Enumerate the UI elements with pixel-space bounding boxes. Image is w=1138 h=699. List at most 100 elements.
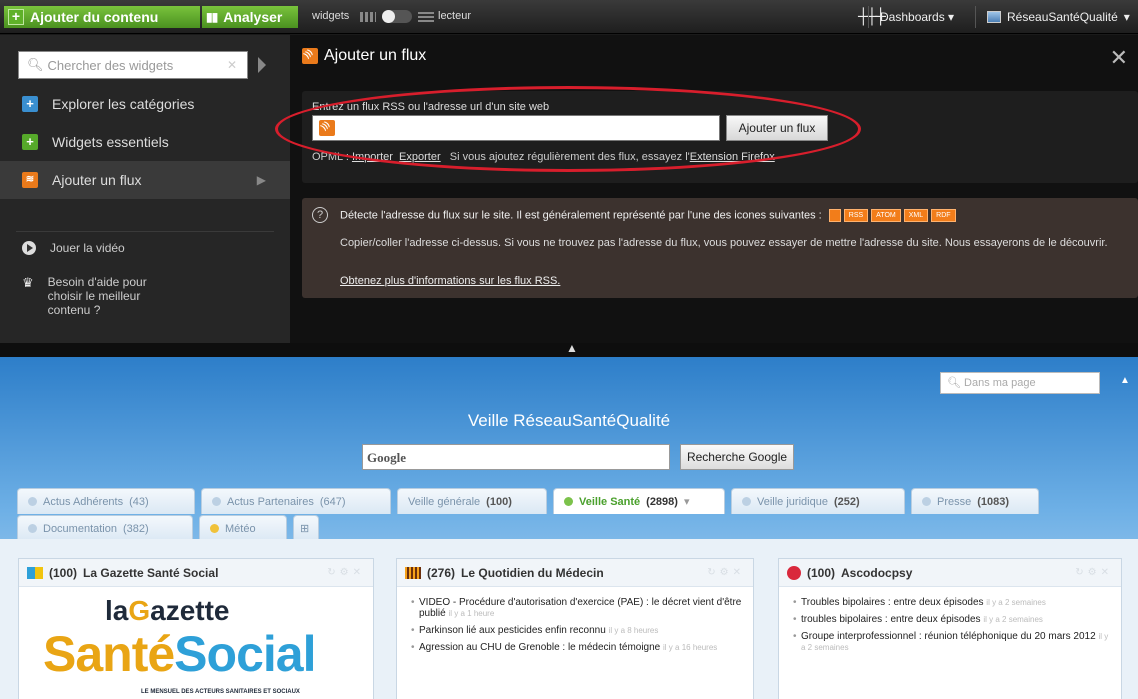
dashboards-menu[interactable]: Dashboards ▾ <box>880 10 954 24</box>
widget-count: (100) <box>49 565 78 580</box>
tab-icon <box>922 497 931 506</box>
item-title: Troubles bipolaires : entre deux épisode… <box>801 597 984 608</box>
list-item[interactable]: Troubles bipolaires : entre deux épisode… <box>793 597 1111 608</box>
rss-icon: ≋ <box>22 172 38 188</box>
red-highlight-ellipse <box>275 86 861 172</box>
collapse-header-icon[interactable]: ▲ <box>1120 375 1130 386</box>
tab-documentation[interactable]: Documentation (382) <box>17 515 193 541</box>
widget-search-input[interactable]: 🔍︎ Chercher des widgets ✕ <box>18 51 248 79</box>
user-name: RéseauSantéQualité <box>1007 10 1118 24</box>
item-time: il y a 16 heures <box>663 643 718 652</box>
google-search-input[interactable]: Google <box>362 444 670 470</box>
dashboard-area: 🔍︎ Dans ma page ▲ Veille RéseauSantéQual… <box>0 357 1138 699</box>
copy-instructions: Copier/coller l'adresse ci-dessus. Si vo… <box>340 237 1108 249</box>
tab-presse[interactable]: Presse (1083) <box>911 488 1039 514</box>
add-content-label: Ajouter du contenu <box>30 9 159 25</box>
collapse-bar[interactable]: ▲ <box>0 341 1138 357</box>
rss-icon <box>302 48 318 64</box>
tab-icon <box>564 497 573 506</box>
item-title: Parkinson lié aux pesticides enfin recon… <box>419 625 606 636</box>
tab-icon <box>742 497 751 506</box>
widget-header[interactable]: (276) Le Quotidien du Médecin <box>397 559 753 587</box>
view-toggle[interactable] <box>382 10 412 23</box>
sidebar-item-explore[interactable]: + Explorer les catégories <box>0 85 290 123</box>
plus-blue-icon: + <box>22 96 38 112</box>
collapse-arrow-icon[interactable] <box>258 57 266 73</box>
plus-icon: + <box>8 9 24 25</box>
more-info-link[interactable]: Obtenez plus d'informations sur les flux… <box>340 275 560 287</box>
widget-count: (100) <box>807 565 836 580</box>
page-search-input[interactable]: 🔍︎ Dans ma page <box>940 372 1100 394</box>
gazette-icon <box>27 566 43 579</box>
reader-mode-label[interactable]: lecteur <box>438 10 471 22</box>
feed-list: Troubles bipolaires : entre deux épisode… <box>793 597 1111 659</box>
google-search-button[interactable]: Recherche Google <box>680 444 794 470</box>
tab-veille-sante[interactable]: Veille Santé (2898) ▾ <box>553 488 725 514</box>
help-link[interactable]: ♛ Besoin d'aide pour choisir le meilleur… <box>22 275 178 317</box>
feed-list: VIDEO - Procédure d'autorisation d'exerc… <box>411 597 743 659</box>
tab-actus-adherents[interactable]: Actus Adhérents (43) <box>17 488 195 514</box>
widget-header[interactable]: (100) Ascodocpsy <box>779 559 1121 587</box>
play-video-link[interactable]: Jouer la vidéo <box>22 241 125 255</box>
logo-main: SantéSocial <box>43 625 316 683</box>
widget-header[interactable]: (100) La Gazette Santé Social <box>19 559 373 587</box>
chevron-down-icon[interactable]: ▾ <box>684 495 690 508</box>
play-video-label: Jouer la vidéo <box>50 241 125 255</box>
item-time: il y a 8 heures <box>608 626 659 635</box>
widget-count: (276) <box>427 565 456 580</box>
item-time: il y a 2 semaines <box>983 615 1043 624</box>
list-item[interactable]: troubles bipolaires : entre deux épisode… <box>793 614 1111 625</box>
item-time: il y a 2 semaines <box>986 598 1046 607</box>
bar-chart-icon: ▮▮ <box>206 10 218 24</box>
list-item[interactable]: Agression au CHU de Grenoble : le médeci… <box>411 642 743 653</box>
add-content-sidebar: 🔍︎ Chercher des widgets ✕ + Explorer les… <box>0 35 290 343</box>
tab-label: Presse <box>937 495 972 508</box>
add-feed-panel: Ajouter un flux ✕ Entrez un flux RSS ou … <box>290 35 1138 343</box>
divider <box>16 231 274 232</box>
list-item[interactable]: Groupe interprofessionnel : réunion télé… <box>793 631 1111 653</box>
sidebar-item-add-feed[interactable]: ≋ Ajouter un flux ▶ <box>0 161 290 199</box>
panel-title: Ajouter un flux <box>302 47 426 65</box>
widget-tools-icon[interactable]: ↻⚙✕ <box>1075 567 1113 578</box>
tab-label: Veille générale <box>408 495 481 508</box>
quotidien-icon <box>405 566 421 579</box>
list-item[interactable]: VIDEO - Procédure d'autorisation d'exerc… <box>411 597 743 619</box>
list-item[interactable]: Parkinson lié aux pesticides enfin recon… <box>411 625 743 636</box>
rss-icon <box>828 209 841 222</box>
gazette-logo[interactable]: laGazette SantéSocial LE MENSUEL DES ACT… <box>33 595 363 699</box>
item-time: il y a 1 heure <box>448 609 495 618</box>
item-title: troubles bipolaires : entre deux épisode… <box>801 614 981 625</box>
google-logo: Google <box>367 450 406 465</box>
tab-label: Actus Adhérents <box>43 495 124 508</box>
widget-quotidien-medecin: (276) Le Quotidien du Médecin ↻⚙✕ VIDEO … <box>396 558 754 699</box>
user-menu[interactable]: RéseauSantéQualité ▾ <box>987 10 1130 24</box>
item-title: Agression au CHU de Grenoble : le médeci… <box>419 642 661 653</box>
weather-icon <box>210 524 219 533</box>
clear-icon[interactable]: ✕ <box>227 58 237 72</box>
logo-g: G <box>128 595 151 626</box>
tab-veille-juridique[interactable]: Veille juridique (252) <box>731 488 905 514</box>
widget-gazette: (100) La Gazette Santé Social ↻⚙✕ laGaze… <box>18 558 374 699</box>
widget-title: Ascodocpsy <box>841 565 913 580</box>
tab-veille-generale[interactable]: Veille générale (100) <box>397 488 547 514</box>
grid-view-icon[interactable] <box>360 12 376 22</box>
user-dashboard-icon <box>987 11 1001 23</box>
tab-actus-partenaires[interactable]: Actus Partenaires (647) <box>201 488 391 514</box>
widgets-mode-label[interactable]: widgets <box>312 10 349 22</box>
tab-label: Veille Santé <box>579 495 641 508</box>
plus-green-icon: + <box>22 134 38 150</box>
add-content-button[interactable]: + Ajouter du contenu <box>4 6 200 28</box>
close-icon[interactable]: ✕ <box>1110 45 1128 71</box>
tab-label: Documentation <box>43 522 117 535</box>
add-tab-button[interactable]: ⊞ <box>293 515 319 541</box>
analyze-button[interactable]: ▮▮ Analyser <box>202 6 298 28</box>
widget-tools-icon[interactable]: ↻⚙✕ <box>327 567 365 578</box>
tab-meteo[interactable]: Météo <box>199 515 287 541</box>
analyze-label: Analyser <box>223 9 283 25</box>
reader-view-icon[interactable] <box>418 12 434 22</box>
tab-count: (382) <box>123 522 149 535</box>
logo-azette: azette <box>150 595 230 626</box>
sidebar-item-essentials[interactable]: + Widgets essentiels <box>0 123 290 161</box>
widget-tools-icon[interactable]: ↻⚙✕ <box>707 567 745 578</box>
tab-count: (252) <box>833 495 860 508</box>
